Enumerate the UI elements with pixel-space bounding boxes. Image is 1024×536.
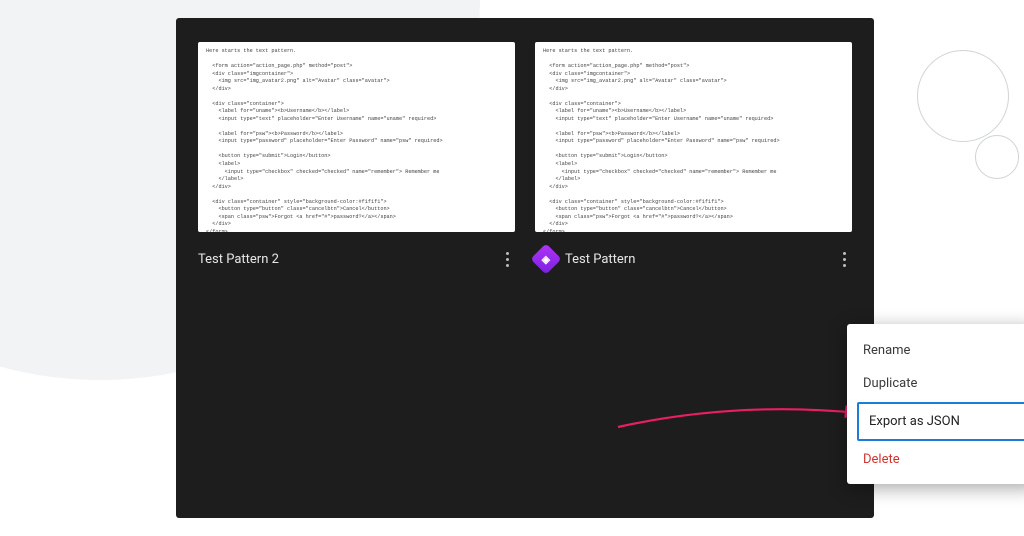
pattern-card[interactable]: Here starts the text pattern. <form acti…: [535, 42, 852, 272]
more-actions-button[interactable]: [837, 246, 852, 272]
pattern-thumbnail: Here starts the text pattern. <form acti…: [198, 42, 515, 232]
menu-item-delete[interactable]: Delete: [847, 443, 1024, 476]
menu-item-export-json[interactable]: Export as JSON: [857, 402, 1024, 441]
kebab-dot: [506, 258, 509, 261]
kebab-dot: [506, 252, 509, 255]
card-footer: Test Pattern 2: [198, 246, 515, 272]
more-actions-button[interactable]: [500, 246, 515, 272]
context-menu: Rename Duplicate Export as JSON Delete: [847, 324, 1024, 484]
kebab-dot: [506, 264, 509, 267]
menu-item-rename[interactable]: Rename: [847, 334, 1024, 367]
card-footer: ◈ Test Pattern: [535, 246, 852, 272]
menu-item-duplicate[interactable]: Duplicate: [847, 367, 1024, 400]
decorative-circle-large: [917, 50, 1009, 142]
kebab-dot: [843, 252, 846, 255]
pattern-thumbnail: Here starts the text pattern. <form acti…: [535, 42, 852, 232]
kebab-dot: [843, 264, 846, 267]
decorative-circle-small: [975, 135, 1019, 179]
cards-row: Here starts the text pattern. <form acti…: [198, 42, 852, 272]
pattern-title: Test Pattern: [565, 252, 829, 267]
kebab-dot: [843, 258, 846, 261]
annotation-arrow: [616, 401, 866, 431]
viewport: Here starts the text pattern. <form acti…: [0, 0, 1024, 536]
pattern-card[interactable]: Here starts the text pattern. <form acti…: [198, 42, 515, 272]
pattern-icon: ◈: [530, 243, 561, 274]
pattern-title: Test Pattern 2: [198, 252, 492, 267]
patterns-panel: Here starts the text pattern. <form acti…: [176, 18, 874, 518]
